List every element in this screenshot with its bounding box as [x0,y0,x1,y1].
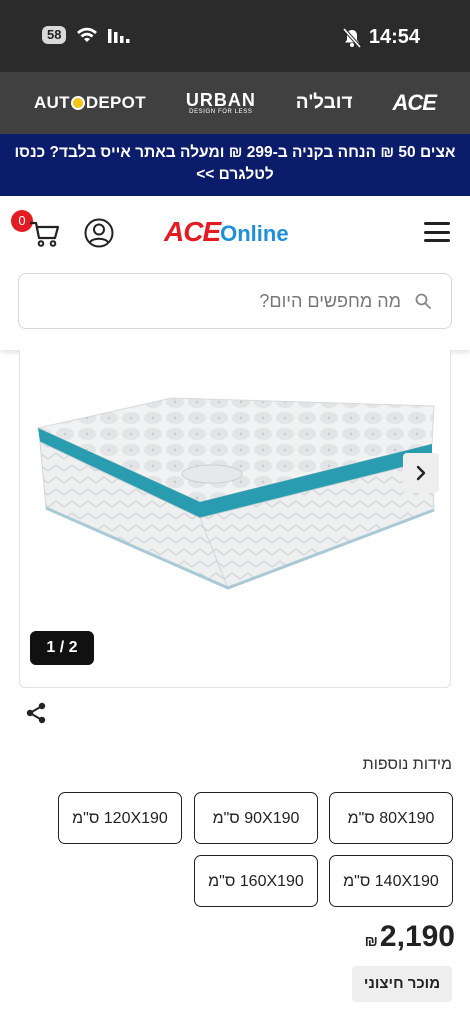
share-icon[interactable] [25,702,47,724]
search-bar [0,272,470,350]
menu-line [424,239,450,242]
status-right: 14:54 [342,26,420,49]
cart-icon[interactable] [30,220,60,248]
logo-ace-text: ACE [164,216,221,247]
brand-urban-link[interactable]: URBAN DESIGN FOR LESS [186,91,256,115]
logo-online-text: Online [220,221,289,246]
search-box[interactable] [18,273,452,329]
brand-autodepot-right: DEPOT [85,93,146,112]
size-option-140x190[interactable]: 140X190 ס"מ [329,855,453,907]
promo-banner[interactable]: אצים 50 ₪ הנחה בקניה ב-299 ₪ ומעלה באתר … [0,134,470,196]
additional-sizes-label: מידות נוספות [362,756,452,773]
battery-level: 58 [42,26,67,44]
chevron-right-icon [416,465,426,481]
brand-urban-main: URBAN [185,90,256,110]
promo-text: אצים 50 ₪ הנחה בקניה ב-299 ₪ ומעלה באתר … [14,144,456,183]
size-option-120x190[interactable]: 120X190 ס"מ [58,792,182,844]
ace-online-logo[interactable]: ACE Online [164,218,289,246]
gallery-counter: 1 / 2 [30,631,94,665]
signal-icon [108,29,130,43]
brand-urban-sub: DESIGN FOR LESS [189,109,253,115]
product-image-mattress[interactable] [32,378,442,613]
menu-line [424,230,450,234]
price-value: 2,190 [379,920,455,953]
search-icon [415,293,431,309]
site-header: 0 ACE Online [0,196,470,272]
search-input[interactable] [19,290,401,312]
brand-dubale-link[interactable]: דובל'ה [296,92,353,114]
brand-autodepot-left: AUT [33,93,70,112]
status-left: 58 [42,26,132,44]
status-time: 14:54 [368,26,420,48]
gallery-next-button[interactable] [403,453,439,493]
wifi-icon [77,27,98,42]
size-option-90x190[interactable]: 90X190 ס"מ [194,792,318,844]
bell-muted-icon [342,27,361,48]
autodepot-wheel-icon [70,96,85,110]
brand-ace-link[interactable]: ACE [393,90,437,116]
brand-autodepot-link[interactable]: AUT DEPOT [34,93,146,113]
size-option-160x190[interactable]: 160X190 ס"מ [194,855,318,907]
product-gallery: 1 / 2 [19,350,451,688]
size-option-80x190[interactable]: 80X190 ס"מ [329,792,453,844]
product-price: 2,190 ₪ [365,920,455,954]
brand-bar: AUT DEPOT URBAN DESIGN FOR LESS דובל'ה A… [0,72,470,134]
menu-icon[interactable] [424,222,450,242]
menu-line [424,222,450,225]
external-seller-badge: מוכר חיצוני [352,966,452,1002]
account-icon[interactable] [84,218,114,248]
price-currency: ₪ [364,933,378,950]
status-bar: 58 14:54 [0,0,470,72]
